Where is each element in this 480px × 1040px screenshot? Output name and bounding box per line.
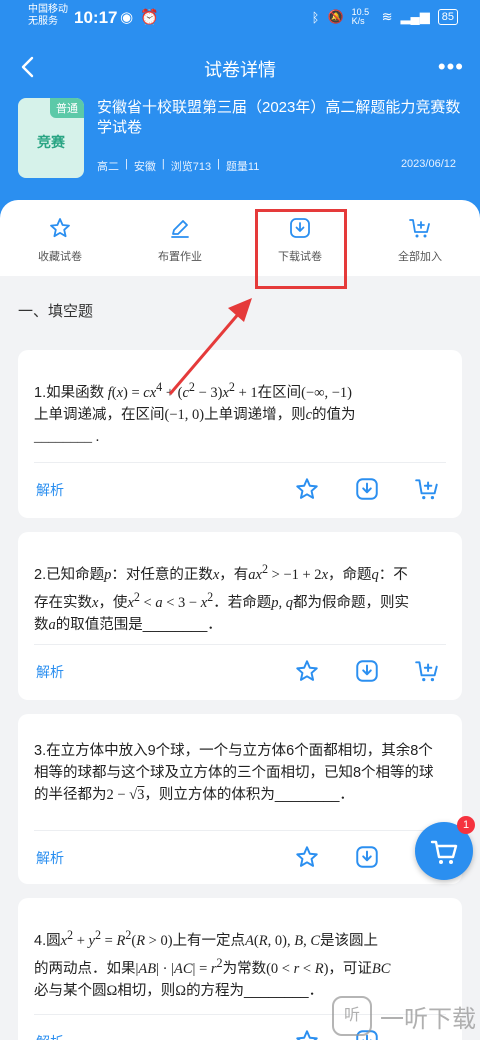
wifi-icon: ≋ [381, 9, 393, 24]
assign-label: 布置作业 [158, 251, 202, 263]
cart-button[interactable]: 1 [415, 816, 475, 880]
header: 中国移动 无服务 10:17 ◉ ⏰ ᛒ 🔕 10.5 K/s ≋ ▂▄▆ 85… [0, 0, 480, 230]
analysis-link[interactable]: 解析 [36, 848, 64, 868]
assign-homework-button[interactable]: 布置作业 [130, 216, 230, 264]
carrier-name: 中国移动 [28, 4, 68, 15]
question-divider [34, 830, 446, 831]
question-card: 1.如果函数 f(x) = cx4 + (c2 − 3)x2 + 1在区间(−∞… [18, 350, 462, 518]
paper-info: 普通 竞赛 安徽省十校联盟第三届（2023年）高二解题能力竞赛数学试卷 高二 | … [18, 98, 464, 180]
eye-icon: ◉ [120, 9, 134, 26]
analysis-link[interactable]: 解析 [36, 1032, 64, 1040]
signal-icon: ▂▄▆ [400, 9, 430, 24]
question-divider [34, 462, 446, 463]
nav-bar: 试卷详情 ••• [0, 44, 480, 90]
favorite-paper-button[interactable]: 收藏试卷 [10, 216, 110, 264]
bluetooth-icon: ᛒ [311, 9, 320, 25]
watermark-logo: 听 [332, 996, 372, 1036]
star-icon[interactable] [294, 844, 320, 870]
paper-type-tag: 普通 [50, 98, 84, 118]
add-all-label: 全部加入 [398, 251, 442, 263]
question-text: 3.在立方体中放入9个球，一个与立方体6个面都相切，其余8个 相等的球都与这个球… [34, 743, 434, 803]
section-title: 一、填空题 [18, 303, 94, 320]
page-title: 试卷详情 [204, 60, 276, 80]
cart-add-icon [409, 219, 430, 238]
network-speed: 10.5 K/s [351, 7, 370, 26]
add-all-button[interactable]: 全部加入 [370, 216, 470, 264]
paper-question-count: 题量11 [225, 161, 260, 173]
action-bar: 收藏试卷 布置作业 下载试卷 全部加入 [0, 200, 480, 276]
favorite-label: 收藏试卷 [38, 251, 82, 263]
battery-level: 85 [437, 9, 458, 25]
more-icon[interactable]: ••• [438, 54, 464, 80]
analysis-link[interactable]: 解析 [36, 480, 64, 500]
download-icon[interactable] [354, 844, 380, 870]
question-text: 4.圆x2 + y2 = R2(R > 0)上有一定点A(R, 0), B, C… [34, 928, 391, 999]
cart-add-icon[interactable] [414, 476, 440, 502]
mute-icon: 🔕 [327, 9, 344, 24]
download-highlight-box [255, 209, 347, 289]
carrier-service: 无服务 [28, 16, 58, 27]
question-card: 3.在立方体中放入9个球，一个与立方体6个面都相切，其余8个 相等的球都与这个球… [18, 714, 462, 884]
question-divider [34, 644, 446, 645]
status-icons: ᛒ 🔕 10.5 K/s ≋ ▂▄▆ 85 [312, 8, 458, 26]
pen-icon [171, 220, 189, 238]
cart-count-badge: 1 [457, 816, 475, 834]
paper-grade: 高二 [97, 161, 119, 173]
star-icon [50, 218, 70, 238]
status-bar: 中国移动 无服务 10:17 ◉ ⏰ ᛒ 🔕 10.5 K/s ≋ ▂▄▆ 85 [0, 0, 480, 36]
analysis-link[interactable]: 解析 [36, 662, 64, 682]
paper-thumbnail: 普通 竞赛 [18, 98, 84, 178]
watermark: 听 一听下载 [332, 996, 476, 1036]
star-icon[interactable] [294, 658, 320, 684]
question-actions: 解析 [18, 838, 462, 878]
cart-add-icon[interactable] [414, 658, 440, 684]
paper-category: 竞赛 [37, 134, 65, 150]
paper-title: 安徽省十校联盟第三届（2023年）高二解题能力竞赛数学试卷 [97, 99, 461, 136]
clock: 10:17 [74, 8, 118, 27]
download-icon[interactable] [354, 476, 380, 502]
paper-region: 安徽 [133, 161, 156, 173]
question-card: 2.已知命题p：对任意的正数x，有ax2 > −1 + 2x，命题q：不 存在实… [18, 532, 462, 700]
paper-date: 2023/06/12 [400, 158, 456, 170]
question-actions: 解析 [18, 652, 462, 692]
paper-meta: 高二 | 安徽 | 浏览713 | 题量11 [97, 158, 260, 173]
question-text: 1.如果函数 f(x) = cx4 + (c2 − 3)x2 + 1在区间(−∞… [34, 380, 356, 445]
paper-views: 浏览713 [170, 161, 212, 173]
download-icon[interactable] [354, 658, 380, 684]
star-icon[interactable] [294, 1028, 320, 1040]
star-icon[interactable] [294, 476, 320, 502]
carrier: 中国移动 无服务 [28, 4, 68, 28]
alarm-icon: ⏰ [140, 9, 159, 26]
question-actions: 解析 [18, 470, 462, 510]
question-text: 2.已知命题p：对任意的正数x，有ax2 > −1 + 2x，命题q：不 存在实… [34, 562, 409, 633]
watermark-text: 一听下载 [380, 1005, 476, 1033]
